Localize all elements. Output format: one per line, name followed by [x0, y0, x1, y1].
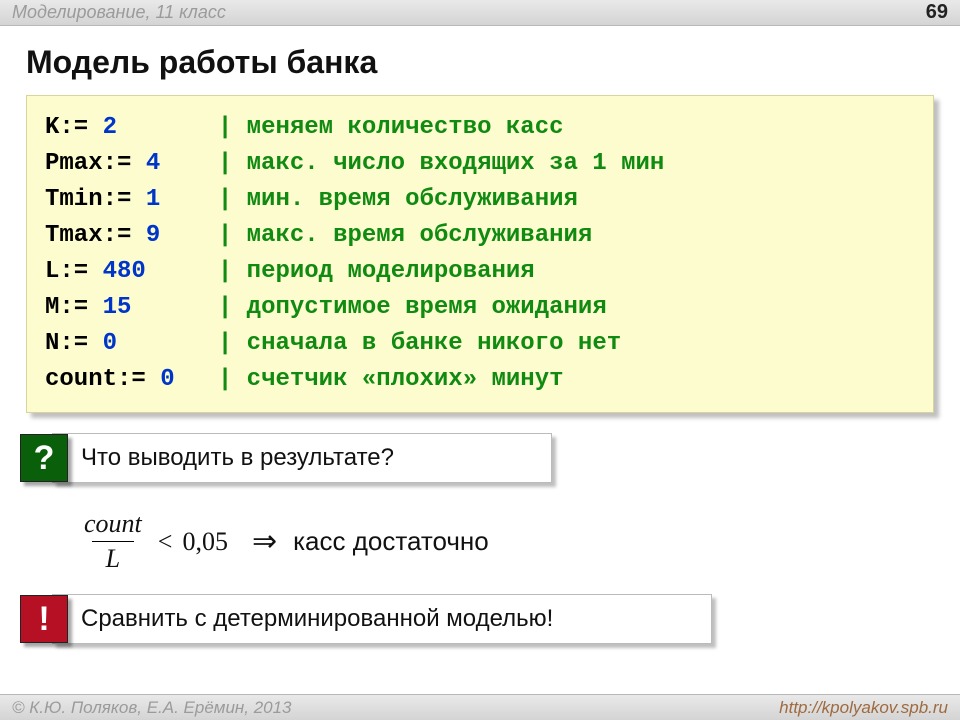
code-value: 15: [103, 294, 132, 321]
code-var: M: [45, 294, 59, 321]
code-value: 0: [160, 366, 174, 393]
threshold-value: 0,05: [182, 527, 228, 557]
code-line: count:= 0 | счетчик «плохих» минут: [45, 362, 915, 398]
fraction-denominator: L: [92, 541, 134, 574]
code-var: L: [45, 258, 59, 285]
code-value: 480: [103, 258, 146, 285]
code-value: 2: [103, 114, 117, 141]
code-comment: | сначала в банке никого нет: [218, 330, 621, 357]
code-value: 9: [146, 222, 160, 249]
exclaim-text: Сравнить с детерминированной моделью!: [52, 594, 712, 644]
code-comment: | счетчик «плохих» минут: [218, 366, 564, 393]
code-var: count: [45, 366, 117, 393]
code-var: N: [45, 330, 59, 357]
code-assign: :=: [117, 366, 160, 393]
code-assign: :=: [103, 186, 146, 213]
code-line: Pmax:= 4 | макс. число входящих за 1 мин: [45, 146, 915, 182]
course-title: Моделирование, 11 класс: [12, 2, 226, 23]
code-line: Tmax:= 9 | макс. время обслуживания: [45, 218, 915, 254]
code-value: 0: [103, 330, 117, 357]
code-value: 4: [146, 150, 160, 177]
code-comment: | период моделирования: [218, 258, 535, 285]
code-comment: | макс. время обслуживания: [218, 222, 592, 249]
slide-title: Модель работы банка: [0, 26, 960, 95]
code-var: Pmax: [45, 150, 103, 177]
code-box: K:= 2 | меняем количество кассPmax:= 4 |…: [26, 95, 934, 413]
question-callout: ? Что выводить в результате?: [52, 433, 934, 483]
formula-row: count L < 0,05 ⇒ касс достаточно: [80, 509, 960, 574]
code-line: L:= 480 | период моделирования: [45, 254, 915, 290]
top-bar: Моделирование, 11 класс 69: [0, 0, 960, 26]
formula-conclusion: касс достаточно: [293, 526, 489, 557]
exclaim-callout: ! Сравнить с детерминированной моделью!: [52, 594, 934, 644]
code-line: Tmin:= 1 | мин. время обслуживания: [45, 182, 915, 218]
code-line: K:= 2 | меняем количество касс: [45, 110, 915, 146]
code-comment: | допустимое время ожидания: [218, 294, 607, 321]
code-assign: :=: [59, 114, 102, 141]
code-value: 1: [146, 186, 160, 213]
question-text: Что выводить в результате?: [52, 433, 552, 483]
page-number: 69: [926, 1, 948, 24]
code-assign: :=: [103, 222, 146, 249]
exclaim-badge: !: [20, 595, 68, 643]
code-line: N:= 0 | сначала в банке никого нет: [45, 326, 915, 362]
bottom-bar: © К.Ю. Поляков, Е.А. Ерёмин, 2013 http:/…: [0, 694, 960, 720]
footer-url: http://kpolyakov.spb.ru: [779, 698, 948, 718]
less-than-symbol: <: [158, 527, 173, 557]
code-assign: :=: [59, 294, 102, 321]
code-assign: :=: [103, 150, 146, 177]
fraction-numerator: count: [80, 509, 146, 541]
code-comment: | мин. время обслуживания: [218, 186, 578, 213]
code-var: K: [45, 114, 59, 141]
code-var: Tmin: [45, 186, 103, 213]
implies-arrow: ⇒: [252, 524, 277, 559]
code-var: Tmax: [45, 222, 103, 249]
copyright-text: © К.Ю. Поляков, Е.А. Ерёмин, 2013: [12, 698, 292, 718]
code-comment: | макс. число входящих за 1 мин: [218, 150, 664, 177]
question-badge: ?: [20, 434, 68, 482]
code-assign: :=: [59, 330, 102, 357]
fraction: count L: [80, 509, 146, 574]
code-line: M:= 15 | допустимое время ожидания: [45, 290, 915, 326]
code-comment: | меняем количество касс: [218, 114, 564, 141]
code-assign: :=: [59, 258, 102, 285]
